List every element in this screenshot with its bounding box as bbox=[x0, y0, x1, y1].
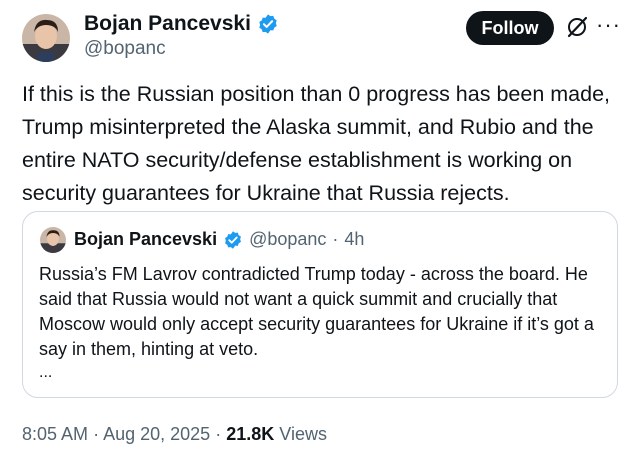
quoted-separator: · bbox=[332, 229, 339, 249]
author-avatar[interactable] bbox=[22, 14, 70, 62]
author-name-row[interactable]: Bojan Pancevski bbox=[84, 12, 279, 36]
views-label: Views bbox=[279, 424, 327, 444]
quoted-tweet-card[interactable]: Bojan Pancevski @bopanc · 4h Russia’s FM… bbox=[22, 211, 618, 398]
tweet-date[interactable]: Aug 20, 2025 bbox=[103, 424, 210, 444]
quoted-verified-badge-icon bbox=[223, 230, 243, 250]
quoted-timestamp[interactable]: 4h bbox=[344, 229, 364, 250]
quoted-author-handle[interactable]: @bopanc bbox=[249, 229, 326, 250]
more-options-icon[interactable]: ··· bbox=[596, 12, 621, 38]
author-handle[interactable]: @bopanc bbox=[84, 38, 166, 60]
author-display-name[interactable]: Bojan Pancevski bbox=[84, 12, 251, 36]
quoted-tweet-header: Bojan Pancevski @bopanc · 4h bbox=[74, 229, 364, 250]
quoted-truncation-ellipsis: ... bbox=[39, 364, 53, 381]
tweet-text: If this is the Russian position than 0 p… bbox=[22, 82, 611, 205]
meta-separator: · bbox=[215, 424, 222, 444]
meta-separator: · bbox=[93, 424, 100, 444]
quoted-author-avatar[interactable] bbox=[40, 227, 66, 253]
tweet-time[interactable]: 8:05 AM bbox=[22, 424, 88, 444]
quoted-author-name[interactable]: Bojan Pancevski bbox=[74, 229, 217, 250]
verified-badge-icon bbox=[257, 13, 279, 35]
views-count[interactable]: 21.8K bbox=[226, 424, 274, 444]
quoted-tweet-text: Russia’s FM Lavrov contradicted Trump to… bbox=[39, 264, 594, 359]
grok-icon[interactable] bbox=[565, 15, 589, 39]
tweet-meta: 8:05 AM · Aug 20, 2025 · 21.8K Views bbox=[22, 424, 327, 445]
follow-button[interactable]: Follow bbox=[466, 11, 554, 45]
